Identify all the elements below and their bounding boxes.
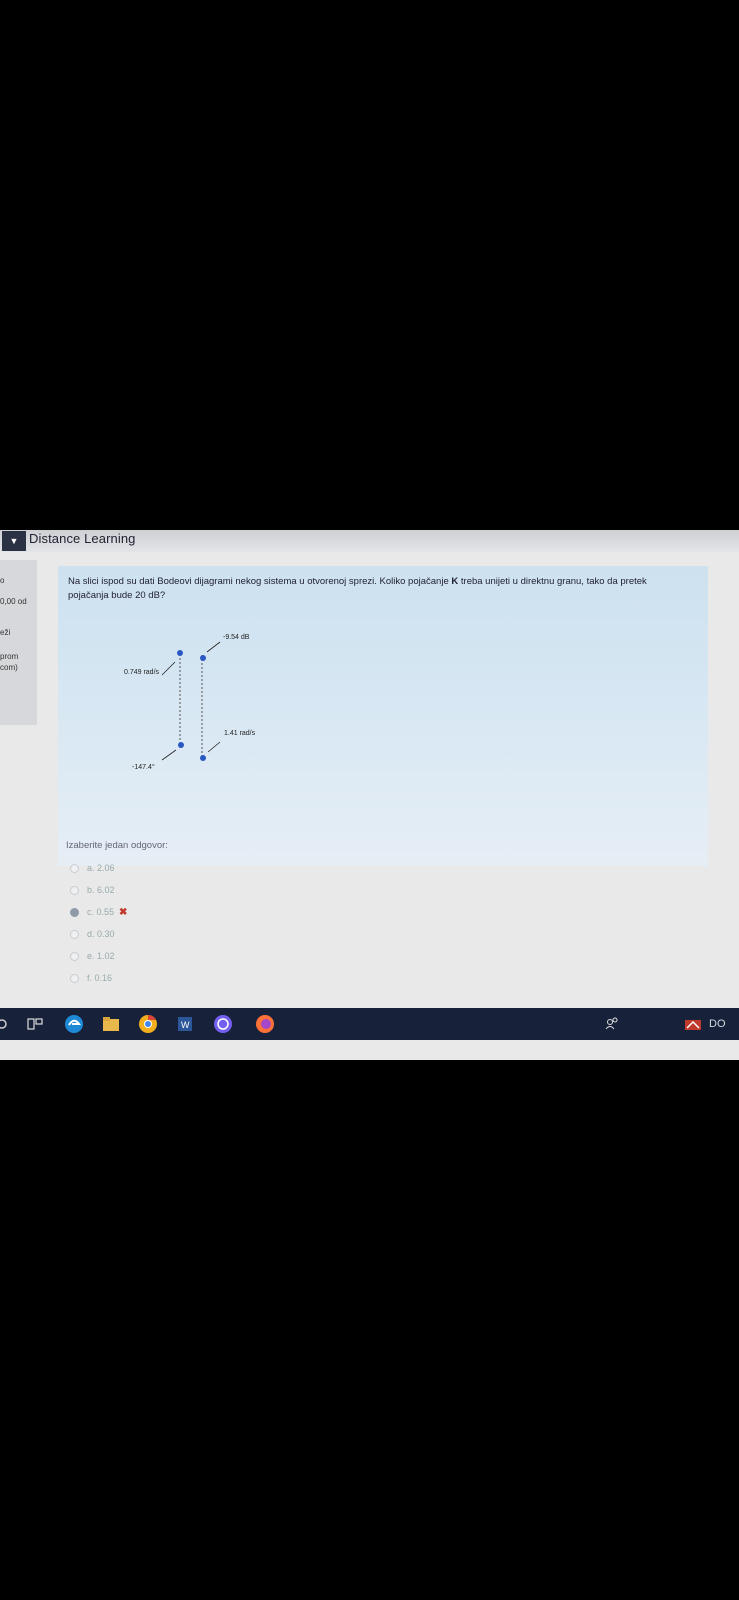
question-text: Na slici ispod su dati Bodeovi dijagrami… [68,575,678,603]
answer-option[interactable]: e. 1.02 [66,945,366,967]
app-title: Distance Learning [29,531,136,546]
sidebar-text: com) [0,663,18,672]
chrome-icon[interactable] [138,1014,158,1034]
logo-icon[interactable]: ▼ [2,531,26,551]
answer-option[interactable]: b. 6.02 [66,879,366,901]
wrong-mark-icon: ✖ [119,906,128,918]
bode-diagram: -9.54 dB 0.749 rad/s 1.41 rad/s -147.4° [120,620,290,820]
sidebar-text: 0,00 od [0,597,27,606]
answer-option[interactable]: c. 0.55 ✖ [66,901,366,923]
sidebar-text: prom [0,652,19,661]
radio-button[interactable] [70,863,79,873]
answer-label: a. 2.06 [87,863,115,873]
frequency-label: 1.41 rad/s [224,730,256,737]
file-explorer-icon[interactable] [101,1014,121,1034]
answers-block: Izaberite jedan odgovor: a. 2.06 b. 6.02… [66,840,366,989]
marker-point [200,655,206,661]
radio-button[interactable] [70,885,79,895]
question-text-part: Na slici ispod su dati Bodeovi dijagrami… [68,576,452,587]
search-icon[interactable] [0,1014,12,1034]
people-icon[interactable] [602,1014,622,1034]
viber-icon[interactable] [213,1014,233,1034]
arrow [161,661,176,676]
arrow [161,749,177,761]
phase-label: -147.4° [132,764,155,771]
tray-app-icon[interactable] [683,1014,703,1034]
word-icon[interactable]: W [175,1014,195,1034]
svg-text:W: W [181,1020,190,1030]
marker-point [178,742,184,748]
arrow [206,641,221,653]
answer-label: b. 6.02 [87,885,115,895]
radio-button-selected[interactable] [70,907,79,917]
radio-button[interactable] [70,929,79,939]
edge-icon[interactable] [64,1014,84,1034]
bode-diagram-svg [161,641,221,761]
marker-point [200,755,206,761]
answer-option[interactable]: d. 0.30 [66,923,366,945]
answer-option[interactable]: a. 2.06 [66,857,366,879]
radio-button[interactable] [70,973,79,983]
answer-option[interactable]: f. 0.16 [66,967,366,989]
taskbar: W DO [0,1008,739,1040]
sidebar-text: eži [0,628,11,637]
sidebar-text: o [0,576,5,585]
tray-text: DO [709,1018,726,1030]
task-view-icon[interactable] [25,1014,45,1034]
arrow [207,741,221,753]
frequency-label: 0.749 rad/s [124,669,160,676]
answer-label: c. 0.55 [87,907,115,917]
marker-point [177,650,183,656]
sidebar: o 0,00 od eži prom com) [0,560,37,725]
gain-label: -9.54 dB [223,634,250,641]
answer-label: e. 1.02 [87,951,115,961]
screen: ▼ Distance Learning o 0,00 od eži prom c… [0,530,739,1060]
top-bar: ▼ Distance Learning [0,530,739,552]
answer-prompt: Izaberite jedan odgovor: [66,840,168,851]
answer-label: d. 0.30 [87,929,115,939]
answer-label: f. 0.16 [87,973,113,983]
radio-button[interactable] [70,951,79,961]
firefox-icon[interactable] [255,1014,275,1034]
